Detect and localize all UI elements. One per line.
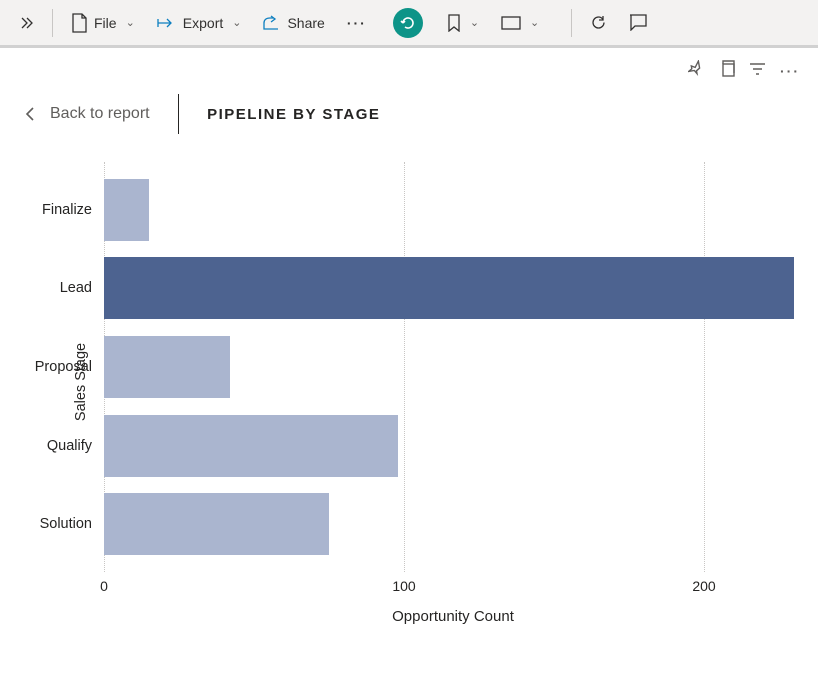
double-chevron-icon <box>18 15 34 31</box>
divider <box>52 9 53 37</box>
bar-row: Qualify <box>104 415 398 477</box>
view-menu[interactable]: ⌄ <box>491 11 549 35</box>
filter-icon <box>749 61 766 81</box>
bar[interactable] <box>104 336 230 398</box>
copy-icon <box>719 60 735 82</box>
refresh-button[interactable] <box>393 8 423 38</box>
divider <box>571 9 572 37</box>
share-button[interactable]: Share <box>253 10 334 36</box>
visual-actions: ··· <box>0 48 818 86</box>
category-label: Qualify <box>47 438 92 454</box>
category-label: Lead <box>60 280 92 296</box>
category-label: Finalize <box>42 202 92 218</box>
bar-row: Finalize <box>104 179 149 241</box>
visual-more-button[interactable]: ··· <box>780 63 800 79</box>
plot-area: Sales Stage 0100200 FinalizeLeadProposal… <box>104 162 802 602</box>
category-label: Proposal <box>35 359 92 375</box>
export-label: Export <box>183 15 223 31</box>
bar[interactable] <box>104 179 149 241</box>
category-label: Solution <box>40 516 92 532</box>
more-icon: ··· <box>347 15 367 31</box>
back-to-report[interactable]: Back to report <box>24 105 150 123</box>
x-axis-label: Opportunity Count <box>24 608 802 625</box>
refresh-icon <box>400 15 416 31</box>
bar-row: Proposal <box>104 336 230 398</box>
file-menu[interactable]: File ⌄ <box>61 8 145 38</box>
share-label: Share <box>287 15 324 31</box>
bookmark-menu[interactable]: ⌄ <box>437 9 489 37</box>
pin-icon <box>688 60 705 82</box>
y-axis-label: Sales Stage <box>73 343 89 421</box>
chart: Sales Stage 0 100 200 Finalize Lead Proposal… <box>0 152 818 625</box>
bar-row: Solution <box>104 493 329 555</box>
export-icon <box>157 15 177 31</box>
chevron-left-icon <box>24 106 36 122</box>
rectangle-icon <box>501 16 521 30</box>
comment-button[interactable] <box>619 9 651 36</box>
x-axis: 0100200 <box>104 572 802 602</box>
chevron-down-icon: ⌄ <box>470 16 479 29</box>
reload-button[interactable] <box>580 9 617 36</box>
x-tick: 200 <box>692 578 715 594</box>
chevron-down-icon: ⌄ <box>232 16 241 29</box>
share-icon <box>263 15 281 31</box>
more-button[interactable]: ··· <box>337 10 377 36</box>
chevron-down-icon: ⌄ <box>530 16 539 29</box>
x-tick: 100 <box>392 578 415 594</box>
export-menu[interactable]: Export ⌄ <box>147 10 252 36</box>
filter-button[interactable] <box>749 61 766 81</box>
bar[interactable] <box>104 493 329 555</box>
gridline <box>704 162 705 572</box>
comment-icon <box>629 14 647 31</box>
gridline <box>404 162 405 572</box>
bar[interactable] <box>104 257 794 319</box>
reload-icon <box>590 14 607 31</box>
more-icon: ··· <box>780 63 800 79</box>
expand-button[interactable] <box>8 10 44 36</box>
toolbar: File ⌄ Export ⌄ Share ··· ⌄ ⌄ <box>0 0 818 48</box>
bar-row: Lead <box>104 257 794 319</box>
bar[interactable] <box>104 415 398 477</box>
header-divider <box>178 94 180 134</box>
pin-button[interactable] <box>688 60 705 82</box>
bookmark-icon <box>447 14 461 32</box>
file-icon <box>71 13 88 33</box>
back-label: Back to report <box>50 105 150 123</box>
copy-button[interactable] <box>719 60 735 82</box>
file-label: File <box>94 15 117 31</box>
chevron-down-icon: ⌄ <box>126 16 135 29</box>
header: Back to report PIPELINE BY STAGE <box>0 86 818 152</box>
page-title: PIPELINE BY STAGE <box>207 106 380 123</box>
x-tick: 0 <box>100 578 108 594</box>
